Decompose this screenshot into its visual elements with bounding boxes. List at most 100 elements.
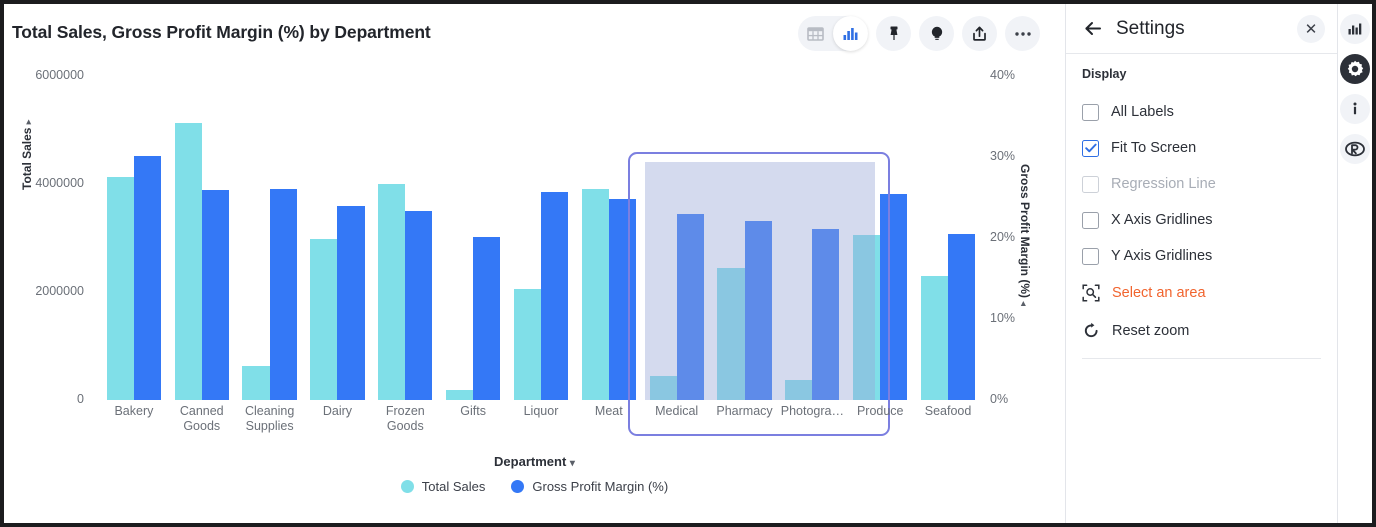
bar-total-sales[interactable] (446, 389, 474, 400)
y-axis-tick: 4000000 (35, 176, 84, 190)
y-axis-caret-icon: ▸ (23, 119, 33, 125)
settings-title: Settings (1116, 17, 1185, 39)
bar-gross-profit-margin[interactable] (473, 237, 501, 400)
bar-total-sales[interactable] (174, 122, 202, 400)
x-axis-labels: Bakery Canned Goods Cleaning Supplies Dairy… (100, 404, 982, 446)
checkbox-label: X Axis Gridlines (1111, 212, 1213, 228)
x-axis-title[interactable]: Department ▾ (4, 454, 1065, 469)
y-axis-tick: 6000000 (35, 68, 84, 82)
right-icon-rail (1337, 4, 1372, 523)
bar-total-sales[interactable] (649, 375, 677, 400)
bar-group[interactable] (853, 76, 908, 400)
bar-group[interactable] (310, 76, 365, 400)
checkbox-icon[interactable] (1082, 247, 1099, 265)
bar-total-sales[interactable] (378, 184, 406, 400)
bar-gross-profit-margin[interactable] (405, 211, 433, 400)
plot-area: 6000000 4000000 2000000 0 40% 30% 20% 10… (4, 4, 1065, 523)
bars-area (100, 76, 982, 400)
settings-header: Settings ✕ (1066, 4, 1337, 54)
action-label: Reset zoom (1112, 323, 1190, 339)
bar-gross-profit-margin[interactable] (880, 194, 908, 400)
checkbox-label: Y Axis Gridlines (1111, 248, 1213, 264)
y2-axis-tick: 30% (990, 149, 1016, 163)
x-axis-tick-label[interactable]: Seafood (899, 404, 997, 419)
bar-group[interactable] (242, 76, 297, 400)
x-axis-title-text: Department (494, 454, 567, 469)
checkbox-list: All Labels Fit To Screen Regression Line X … (1082, 94, 1321, 274)
rail-info-icon[interactable] (1340, 94, 1370, 124)
settings-panel: Settings ✕ Display All Labels Fit To Scre… (1065, 4, 1337, 523)
rail-chart-icon[interactable] (1340, 14, 1370, 44)
bar-gross-profit-margin[interactable] (133, 156, 162, 400)
checkbox-icon[interactable] (1082, 103, 1099, 121)
bar-gross-profit-margin[interactable] (540, 191, 569, 400)
bar-group[interactable] (920, 76, 976, 400)
reset-zoom-icon (1082, 322, 1100, 340)
bar-group[interactable] (378, 76, 433, 400)
bar-gross-profit-margin[interactable] (269, 189, 297, 400)
rail-r-icon[interactable] (1340, 134, 1370, 164)
y2-axis-tick: 10% (990, 311, 1016, 325)
legend-item-total-sales[interactable]: Total Sales (400, 479, 486, 494)
bar-group[interactable] (513, 76, 569, 400)
display-section-heading: Display (1082, 67, 1127, 81)
bar-gross-profit-margin[interactable] (948, 233, 976, 400)
checkbox-icon (1082, 175, 1099, 193)
bar-total-sales[interactable] (785, 380, 813, 400)
bar-total-sales[interactable] (513, 289, 541, 400)
bar-total-sales[interactable] (310, 239, 338, 400)
app-window: Total Sales, Gross Profit Margin (%) by … (4, 4, 1372, 523)
y2-axis-title[interactable]: Gross Profit Margin (%) ◂ (1018, 164, 1032, 306)
bar-group[interactable] (785, 76, 840, 400)
settings-checkbox-row[interactable]: All Labels (1082, 94, 1321, 130)
bar-gross-profit-margin[interactable] (676, 213, 704, 400)
settings-checkbox-row[interactable]: Fit To Screen (1082, 130, 1321, 166)
bar-total-sales[interactable] (106, 176, 134, 400)
y2-axis-caret-icon: ◂ (1019, 301, 1029, 306)
bar-gross-profit-margin[interactable] (608, 199, 636, 400)
checkbox-label: Fit To Screen (1111, 140, 1197, 156)
bar-gross-profit-margin[interactable] (201, 190, 229, 400)
select-area-icon (1082, 284, 1100, 302)
bar-group[interactable] (446, 76, 501, 400)
legend-item-gross-profit-margin[interactable]: Gross Profit Margin (%) (511, 479, 668, 494)
settings-action-row[interactable]: Reset zoom (1082, 312, 1321, 350)
panel-divider (1082, 358, 1321, 359)
settings-action-row[interactable]: Select an area (1082, 274, 1321, 312)
legend: Total Sales Gross Profit Margin (%) (4, 479, 1065, 494)
close-icon[interactable]: ✕ (1297, 14, 1325, 43)
bar-group[interactable] (717, 76, 772, 400)
bar-group[interactable] (174, 76, 229, 400)
bar-total-sales[interactable] (242, 365, 270, 400)
y-axis-tick: 2000000 (35, 284, 84, 298)
bar-total-sales[interactable] (853, 234, 881, 400)
rail-settings-gear-icon[interactable] (1340, 54, 1370, 84)
settings-checkbox-row: Regression Line (1082, 166, 1321, 202)
action-list: Select an area Reset zoom (1082, 274, 1321, 350)
x-axis-caret-down-icon: ▾ (569, 458, 575, 469)
legend-label: Gross Profit Margin (%) (532, 479, 669, 494)
y2-axis-tick: 40% (990, 68, 1016, 82)
bar-group[interactable] (581, 76, 636, 400)
y-axis-title[interactable]: Total Sales ▸ (20, 120, 34, 190)
settings-checkbox-row[interactable]: X Axis Gridlines (1082, 202, 1321, 238)
bar-group[interactable] (106, 76, 162, 400)
y2-axis-title-text: Gross Profit Margin (%) (1018, 164, 1032, 299)
legend-swatch-icon (511, 480, 525, 493)
legend-label: Total Sales (421, 479, 486, 494)
settings-body: Display All Labels Fit To Screen Regressio… (1066, 54, 1337, 359)
settings-checkbox-row[interactable]: Y Axis Gridlines (1082, 238, 1321, 274)
bar-gross-profit-margin[interactable] (337, 205, 365, 400)
bar-gross-profit-margin[interactable] (744, 221, 772, 400)
checkbox-icon[interactable] (1082, 211, 1099, 229)
bar-total-sales[interactable] (581, 189, 609, 400)
checkbox-icon[interactable] (1082, 139, 1099, 157)
back-arrow-icon[interactable] (1078, 14, 1108, 44)
y-axis-tick: 0 (77, 392, 84, 406)
bar-total-sales[interactable] (717, 267, 745, 400)
checkbox-label: All Labels (1111, 104, 1174, 120)
checkbox-label: Regression Line (1111, 176, 1216, 192)
bar-group[interactable] (649, 76, 704, 400)
bar-gross-profit-margin[interactable] (812, 229, 840, 400)
bar-total-sales[interactable] (920, 275, 949, 400)
